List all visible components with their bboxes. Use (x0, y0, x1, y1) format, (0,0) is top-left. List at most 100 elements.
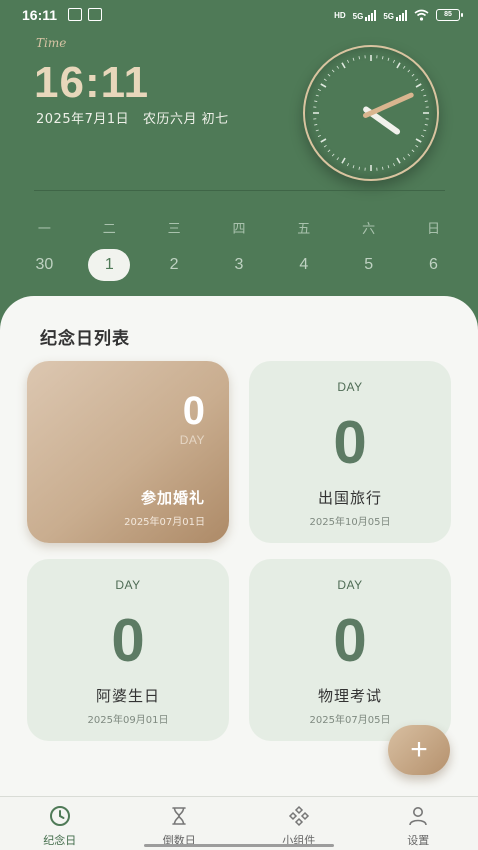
clock-minute-hand (363, 92, 414, 118)
day-unit-label: DAY (337, 380, 363, 394)
clock-tick (411, 149, 415, 153)
hd-badge: HD (334, 10, 346, 20)
clock-face-icon (313, 55, 429, 171)
bottom-tab-bar: 纪念日 倒数日 小组件 设置 (0, 796, 478, 850)
day-unit-label: DAY (337, 578, 363, 592)
weekday-label: 一 (37, 222, 51, 237)
signal-bars-icon (365, 9, 377, 21)
header-divider (34, 190, 445, 191)
clock-tick (415, 145, 419, 148)
clock-tick (382, 166, 384, 170)
weekday-header: 一 二 三 四 五 六 日 (12, 218, 466, 237)
calendar-day[interactable]: 4 (271, 248, 336, 282)
home-indicator (144, 844, 334, 847)
weekday-label: 四 (232, 222, 246, 237)
analog-clock (303, 45, 439, 181)
gregorian-date: 2025年7月1日 (36, 112, 130, 127)
clock-tick (358, 56, 360, 60)
lunar-date: 农历六月 初七 (143, 112, 229, 127)
clock-tick (424, 124, 428, 126)
clock-tick (327, 73, 331, 77)
calendar-day[interactable]: 5 (336, 248, 401, 282)
calendar-day-selected[interactable]: 1 (77, 248, 142, 282)
clock-tick (393, 163, 395, 167)
clock-tick (327, 149, 331, 153)
battery-icon: 85 (436, 9, 463, 21)
weekday-label: 二 (102, 222, 116, 237)
add-anniversary-button[interactable]: + (388, 725, 450, 775)
anniversary-card[interactable]: DAY 0 阿婆生日 2025年09月01日 (27, 559, 229, 741)
clock-tick (347, 163, 349, 167)
clock-tick (320, 83, 327, 88)
clock-tick (331, 153, 335, 157)
anniversary-card[interactable]: DAY 0 物理考试 2025年07月05日 (249, 559, 451, 741)
calendar-day[interactable]: 6 (401, 248, 466, 282)
clock-tick (415, 138, 422, 143)
card-title: 阿婆生日 (95, 687, 160, 705)
clock-tick (314, 124, 318, 126)
tab-settings[interactable]: 设置 (359, 797, 478, 850)
signal-5g-1: 5G (353, 9, 377, 21)
clock-tick (403, 157, 406, 161)
clock-tick (315, 129, 319, 132)
calendar-day[interactable]: 3 (207, 248, 272, 282)
day-count: 0 (111, 607, 145, 674)
clock-tick (331, 69, 335, 73)
selected-day-pill: 1 (88, 249, 131, 281)
signal-5g-2: 5G (383, 9, 407, 21)
tab-widgets[interactable]: 小组件 (239, 797, 359, 850)
section-title: 纪念日列表 (40, 329, 130, 349)
notification-app-icon-2 (88, 8, 102, 21)
day-unit-label: DAY (115, 578, 141, 592)
week-days: 30 1 2 3 4 5 6 (12, 248, 466, 282)
clock-tick (393, 59, 395, 63)
clock-tick (407, 69, 411, 73)
day-count: 0 (333, 409, 367, 476)
anniversary-card-featured[interactable]: 0 DAY 参加婚礼 2025年07月01日 (27, 361, 229, 543)
calendar-day[interactable]: 2 (142, 248, 207, 282)
clock-tick (336, 157, 339, 161)
tab-label: 设置 (407, 834, 430, 847)
clock-tick (407, 153, 411, 157)
clock-tick (317, 135, 321, 137)
day-count: 0 (182, 389, 205, 433)
time-script-label: Time (36, 36, 67, 50)
card-date: 2025年07月05日 (309, 715, 391, 726)
weekday-label: 日 (426, 222, 440, 237)
clock-tick (423, 129, 427, 132)
clock-tick (352, 165, 355, 169)
clock-tick (423, 94, 427, 97)
calendar-day[interactable]: 30 (12, 248, 77, 282)
clock-tick (421, 89, 425, 91)
clock-tick (411, 73, 415, 77)
tab-countdown[interactable]: 倒数日 (120, 797, 240, 850)
clock-tick (320, 138, 327, 143)
day-unit-label: DAY (179, 433, 205, 447)
clock-tick (317, 89, 321, 91)
clock-tick (403, 65, 406, 69)
clock-tick (336, 65, 339, 69)
tab-anniversary[interactable]: 纪念日 (0, 797, 120, 850)
hourglass-icon (172, 807, 187, 825)
clock-tick (323, 78, 327, 81)
clock-tick (387, 57, 390, 61)
clock-tick (341, 157, 346, 164)
clock-tick (415, 78, 419, 81)
widgets-icon (288, 805, 309, 827)
weekday-label: 五 (297, 222, 311, 237)
weekday-label: 三 (167, 222, 181, 237)
weekday-label: 六 (362, 222, 376, 237)
wifi-icon (414, 9, 429, 21)
clock-tick (314, 100, 318, 102)
notification-app-icon (68, 8, 82, 21)
current-date-line: 2025年7月1日 农历六月 初七 (36, 108, 229, 127)
tab-label: 纪念日 (43, 834, 77, 847)
status-indicators: HD 5G 5G 85 (334, 7, 463, 23)
clock-tick (396, 62, 401, 69)
card-date: 2025年10月05日 (309, 517, 391, 528)
clock-tick (347, 59, 349, 63)
status-bar: 16:11 HD 5G 5G 85 (0, 0, 478, 32)
clock-tick (396, 157, 401, 164)
anniversary-card[interactable]: DAY 0 出国旅行 2025年10月05日 (249, 361, 451, 543)
status-time: 16:11 (22, 7, 58, 23)
